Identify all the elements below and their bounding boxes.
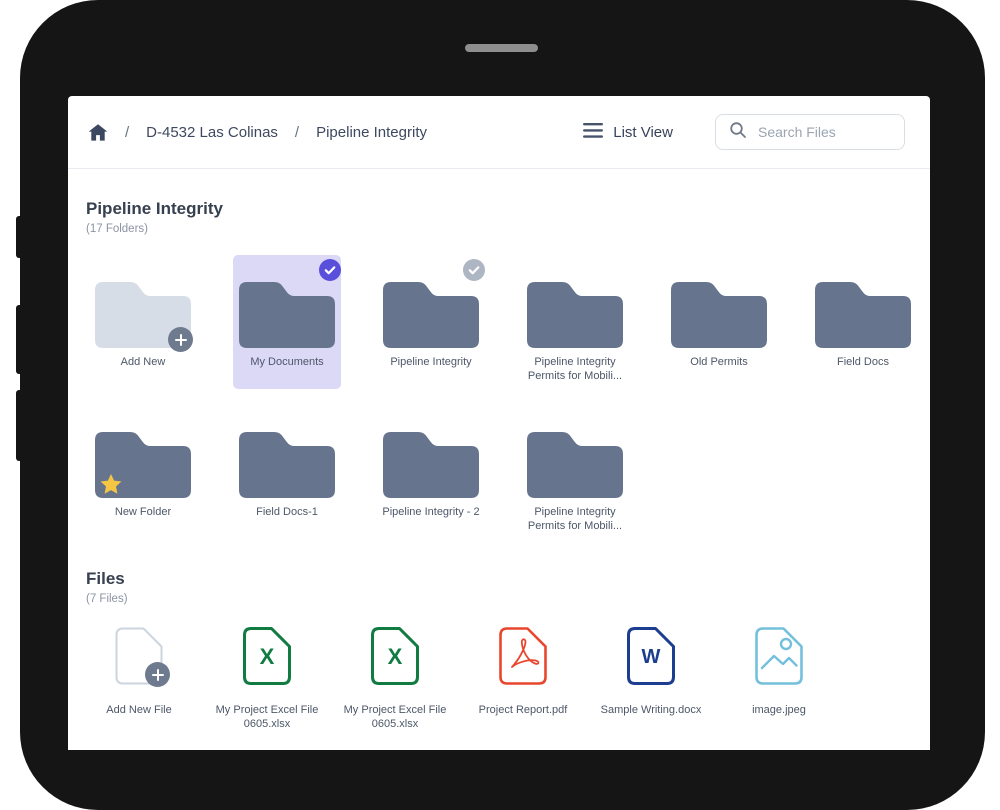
- file-card[interactable]: X My Project Excel File 0605.xlsx: [340, 627, 450, 731]
- excel-file-icon: X: [371, 627, 419, 685]
- files-section: Files (7 Files) Add New File X My Project …: [86, 569, 930, 731]
- list-view-label: List View: [613, 124, 673, 141]
- folder-label: Field Docs-1: [256, 505, 318, 519]
- files-section-title: Files: [86, 569, 930, 589]
- file-card[interactable]: Project Report.pdf: [468, 627, 578, 731]
- main-content: Pipeline Integrity (17 Folders) Add New M…: [68, 169, 930, 731]
- search-input[interactable]: [756, 123, 894, 141]
- folder-card[interactable]: My Documents: [233, 255, 341, 389]
- breadcrumb-separator: /: [295, 124, 299, 141]
- folder-grid: Add New My Documents Pipeline Integrity Pip…: [89, 255, 930, 539]
- folder-icon: [527, 428, 623, 498]
- star-icon: [99, 472, 123, 496]
- folder-icon: [239, 428, 335, 498]
- selected-check-icon[interactable]: [319, 259, 341, 281]
- folder-icon: [815, 278, 911, 348]
- search-box[interactable]: [715, 114, 905, 150]
- folders-section: Pipeline Integrity (17 Folders) Add New M…: [86, 199, 930, 539]
- add-file-plus-icon: [145, 662, 170, 687]
- file-label: Add New File: [106, 703, 171, 717]
- add-folder-plus-icon: [168, 327, 193, 352]
- header-actions: List View: [583, 114, 905, 150]
- folder-card[interactable]: Pipeline Integrity Permits for Mobili...: [521, 405, 629, 539]
- folder-card[interactable]: Add New: [89, 255, 197, 389]
- folder-label: Pipeline Integrity - 2: [382, 505, 479, 519]
- file-card[interactable]: image.jpeg: [724, 627, 834, 731]
- file-label: My Project Excel File 0605.xlsx: [215, 703, 319, 731]
- folder-card[interactable]: Pipeline Integrity: [377, 255, 485, 389]
- folder-card[interactable]: Old Permits: [665, 255, 773, 389]
- svg-text:X: X: [388, 644, 403, 669]
- folder-icon: [95, 428, 191, 498]
- folder-card[interactable]: New Folder: [89, 405, 197, 539]
- add-folder-icon: [95, 278, 191, 348]
- folder-icon: [383, 428, 479, 498]
- file-card[interactable]: W Sample Writing.docx: [596, 627, 706, 731]
- breadcrumb: / D-4532 Las Colinas / Pipeline Integrit…: [88, 123, 427, 142]
- folders-section-count: (17 Folders): [86, 223, 930, 235]
- file-label: My Project Excel File 0605.xlsx: [343, 703, 447, 731]
- file-card[interactable]: Add New File: [84, 627, 194, 731]
- folder-label: My Documents: [250, 355, 323, 369]
- folder-icon: [527, 278, 623, 348]
- list-view-button[interactable]: List View: [583, 122, 673, 143]
- unselected-check-icon[interactable]: [463, 259, 485, 281]
- file-label: image.jpeg: [752, 703, 806, 717]
- svg-text:W: W: [642, 646, 661, 668]
- folder-label: New Folder: [115, 505, 171, 519]
- folder-label: Pipeline Integrity: [390, 355, 471, 369]
- folder-label: Pipeline Integrity Permits for Mobili...: [523, 505, 627, 533]
- folder-label: Old Permits: [690, 355, 747, 369]
- folder-icon: [671, 278, 767, 348]
- image-file-icon: [755, 627, 803, 685]
- file-label: Project Report.pdf: [479, 703, 568, 717]
- word-file-icon: W: [627, 627, 675, 685]
- folder-label: Field Docs: [837, 355, 889, 369]
- folder-card[interactable]: Pipeline Integrity Permits for Mobili...: [521, 255, 629, 389]
- folder-card[interactable]: Field Docs-1: [233, 405, 341, 539]
- files-grid: Add New File X My Project Excel File 0605.…: [84, 627, 930, 731]
- folder-icon: [239, 278, 335, 348]
- home-icon[interactable]: [88, 123, 108, 142]
- files-section-count: (7 Files): [86, 593, 930, 605]
- file-card[interactable]: X My Project Excel File 0605.xlsx: [212, 627, 322, 731]
- tablet-camera-bar: [465, 44, 538, 52]
- folder-label: Pipeline Integrity Permits for Mobili...: [523, 355, 627, 383]
- file-label: Sample Writing.docx: [601, 703, 702, 717]
- search-icon: [729, 121, 747, 144]
- add-file-icon: [115, 627, 163, 685]
- breadcrumb-item-project[interactable]: D-4532 Las Colinas: [146, 124, 278, 141]
- folder-card[interactable]: Pipeline Integrity - 2: [377, 405, 485, 539]
- list-view-icon: [583, 122, 603, 143]
- folder-card[interactable]: Field Docs: [809, 255, 917, 389]
- app-screen: / D-4532 Las Colinas / Pipeline Integrit…: [68, 96, 930, 750]
- folder-icon: [383, 278, 479, 348]
- excel-file-icon: X: [243, 627, 291, 685]
- folders-section-title: Pipeline Integrity: [86, 199, 930, 219]
- folder-label: Add New: [121, 355, 166, 369]
- pdf-file-icon: [499, 627, 547, 685]
- breadcrumb-separator: /: [125, 124, 129, 141]
- breadcrumb-item-current[interactable]: Pipeline Integrity: [316, 124, 427, 141]
- app-header: / D-4532 Las Colinas / Pipeline Integrit…: [68, 96, 930, 169]
- svg-text:X: X: [260, 644, 275, 669]
